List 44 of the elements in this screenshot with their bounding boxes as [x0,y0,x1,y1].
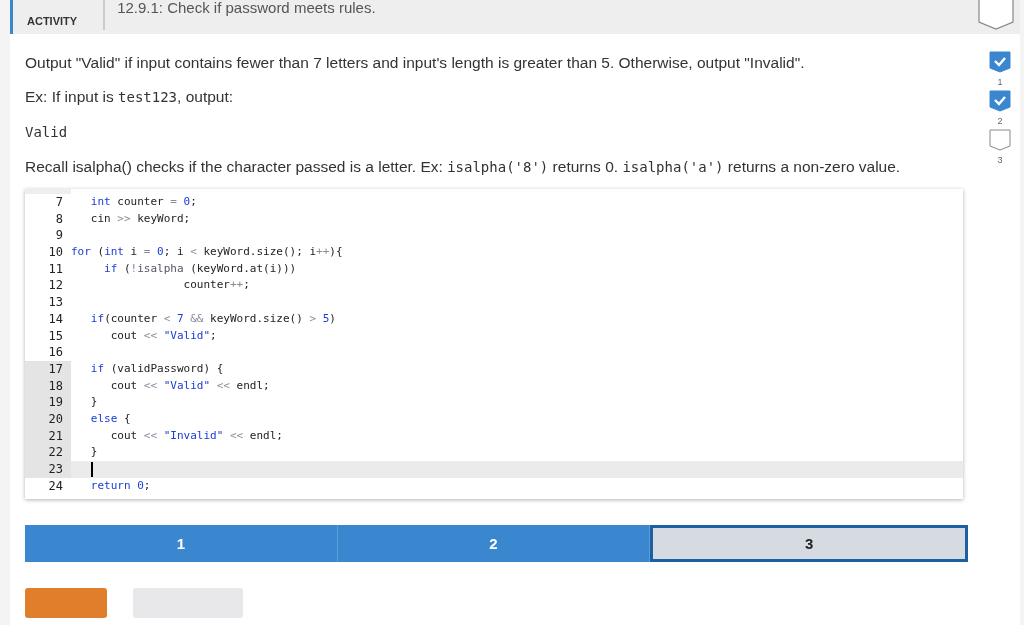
level-number: 3 [997,155,1003,165]
code-line: cout << "Valid"; [109,327,217,344]
line-number: 13 [47,294,64,311]
code-line: cin >> keyWord; [89,210,191,227]
level-number: 1 [997,77,1003,87]
line-number: 16 [47,344,64,361]
check-button[interactable] [25,588,107,619]
line-number: 14 [47,310,64,328]
level-step[interactable]: 2 [337,525,651,563]
line-number: 22 [25,444,71,461]
code-line: int counter = 0; [89,194,197,210]
line-number: 15 [47,327,64,345]
activity-title: 12.9.1: Check if password meets rules. [117,0,376,16]
level-step[interactable]: 1 [25,525,338,563]
line-number: 19 [25,394,71,411]
code-line: } [89,444,98,461]
level-number: 2 [997,116,1003,126]
line-number: 7 [54,194,64,211]
code-line: for (int i = 0; i < keyWord.size(); i++){ [71,244,343,261]
code-line: if (!isalpha (keyWord.at(i))) [103,260,297,277]
line-number: 10 [47,244,64,261]
line-number: 24 [47,477,64,495]
code-editor[interactable] [25,189,963,500]
line-number: 12 [47,277,64,295]
line-number: 23 [25,461,71,478]
instruction-text: Ex: If input is test123, output: [25,87,235,107]
code-line: cout << "Invalid" << endl; [109,427,283,444]
instruction-text: Valid [25,123,69,142]
text-cursor [91,461,93,477]
line-number: 17 [25,360,71,378]
line-number: 11 [47,260,64,278]
line-number: 9 [54,227,64,245]
level-step[interactable]: 3 [650,525,968,563]
code-line: return 0; [89,477,151,494]
instruction-text: Output "Valid" if input contains fewer than 7 letters and input's length is greater than 5. Otherwise, output "Invalid". [25,53,806,73]
code-line: cout << "Valid" << endl; [109,377,270,394]
code-line: if(counter < 7 && keyWord.size() > 5) [89,310,336,327]
line-number: 8 [54,210,64,228]
activity-label: ACTIVITY [27,15,78,27]
code-line: counter++; [182,277,250,294]
instruction-text: Recall isalpha() checks if the character passed is a letter. Ex: isalpha('8') returns 0. isalpha('a') returns a non-zero value. [25,157,902,177]
code-line: } [89,394,98,411]
code-line: else { [89,410,131,427]
code-line: if (validPassword) { [89,360,224,377]
